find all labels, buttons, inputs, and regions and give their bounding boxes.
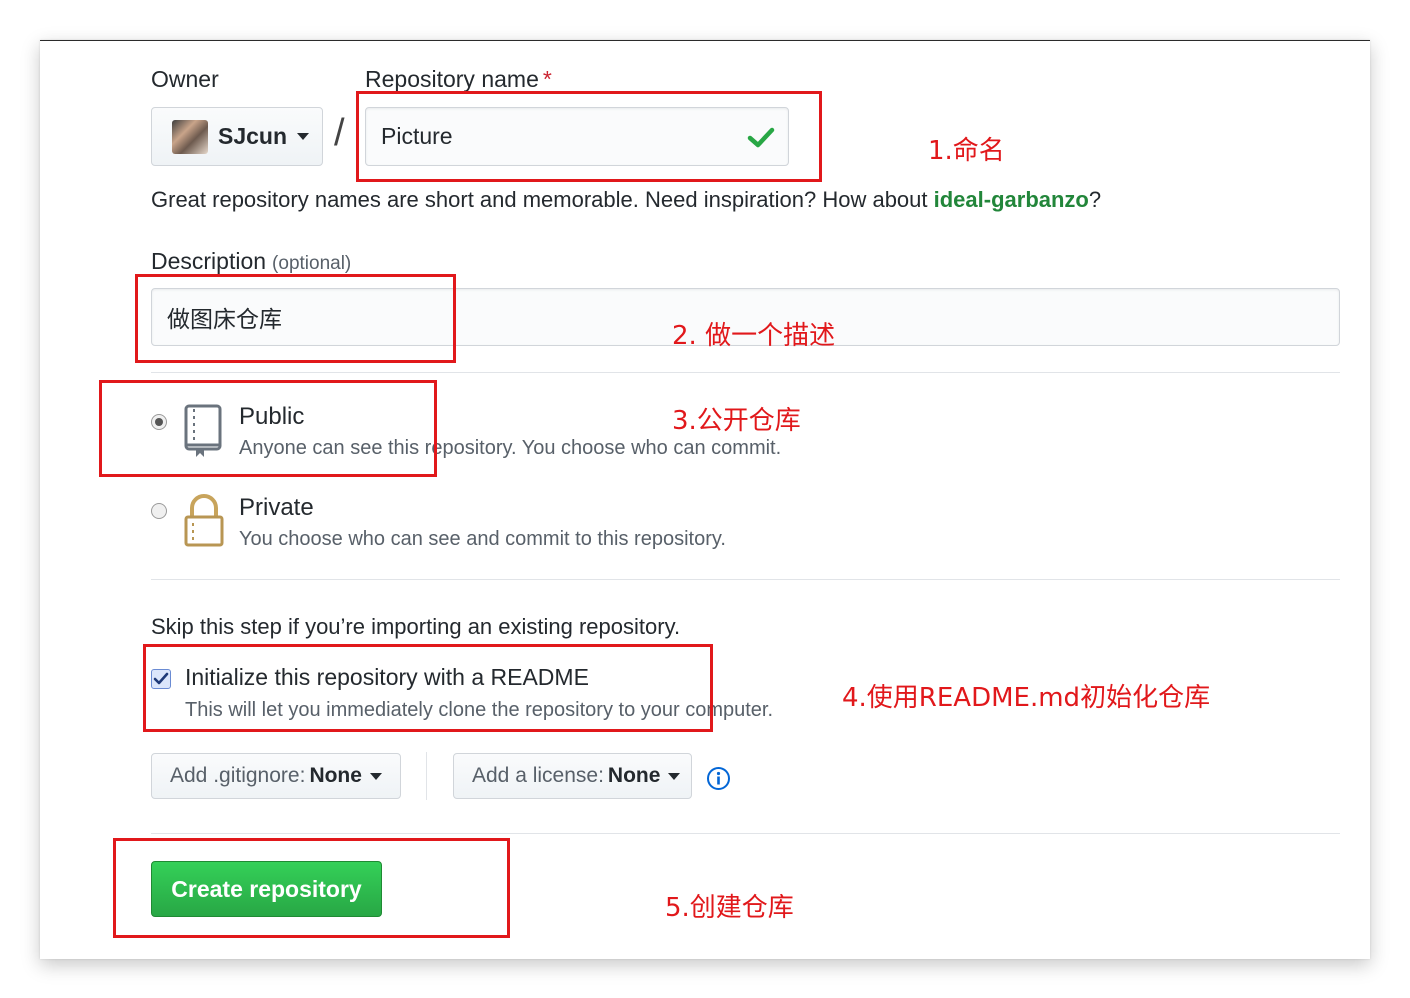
owner-name: SJcun	[218, 123, 288, 149]
annotation-box-public	[99, 380, 437, 477]
annotation-step3: 3.公开仓库	[672, 406, 801, 436]
hint-prefix: Great repository names are short and mem…	[151, 187, 934, 212]
divider	[151, 372, 1340, 373]
annotation-box-name	[356, 91, 822, 182]
caret-down-icon	[668, 772, 681, 780]
annotation-step5: 5.创建仓库	[665, 893, 794, 923]
annotation-step4: 4.使用README.md初始化仓库	[842, 683, 1211, 713]
lock-icon	[184, 494, 224, 547]
divider	[151, 833, 1340, 834]
caret-down-icon	[297, 133, 310, 140]
optional-tag: (optional)	[272, 253, 352, 274]
annotation-box-readme	[143, 644, 713, 732]
name-suggestion-link[interactable]: ideal-garbanzo	[934, 187, 1089, 212]
owner-label: Owner	[151, 66, 219, 92]
repo-name-label: Repository name *	[365, 66, 552, 93]
description-label-text: Description	[151, 248, 267, 274]
gitignore-value: None	[309, 764, 362, 787]
annotation-step2: 2. 做一个描述	[672, 321, 836, 351]
annotation-step1: 1.命名	[928, 136, 1005, 166]
owner-repo-separator: /	[334, 112, 345, 154]
caret-down-icon	[369, 772, 382, 780]
info-icon[interactable]	[706, 766, 731, 791]
annotation-box-description	[135, 274, 456, 363]
avatar	[172, 119, 208, 154]
private-title: Private	[239, 494, 314, 521]
gitignore-dropdown[interactable]: Add .gitignore: None	[151, 753, 401, 799]
gitignore-prefix: Add .gitignore:	[170, 764, 306, 787]
required-mark: *	[542, 66, 552, 92]
private-description: You choose who can see and commit to thi…	[239, 528, 726, 550]
license-value: None	[607, 764, 661, 787]
annotation-box-create	[113, 838, 510, 938]
vertical-divider	[426, 752, 427, 800]
hint-suffix: ?	[1088, 187, 1102, 212]
license-dropdown[interactable]: Add a license: None	[453, 753, 692, 799]
description-label: Description (optional)	[151, 248, 351, 275]
license-prefix: Add a license:	[472, 764, 604, 787]
owner-dropdown[interactable]: SJcun	[151, 107, 323, 166]
repo-name-hint: Great repository names are short and mem…	[151, 187, 1101, 213]
repo-name-label-text: Repository name	[365, 66, 539, 92]
private-radio[interactable]	[151, 503, 167, 519]
skip-import-text: Skip this step if you’re importing an ex…	[151, 614, 681, 639]
divider	[151, 579, 1340, 580]
